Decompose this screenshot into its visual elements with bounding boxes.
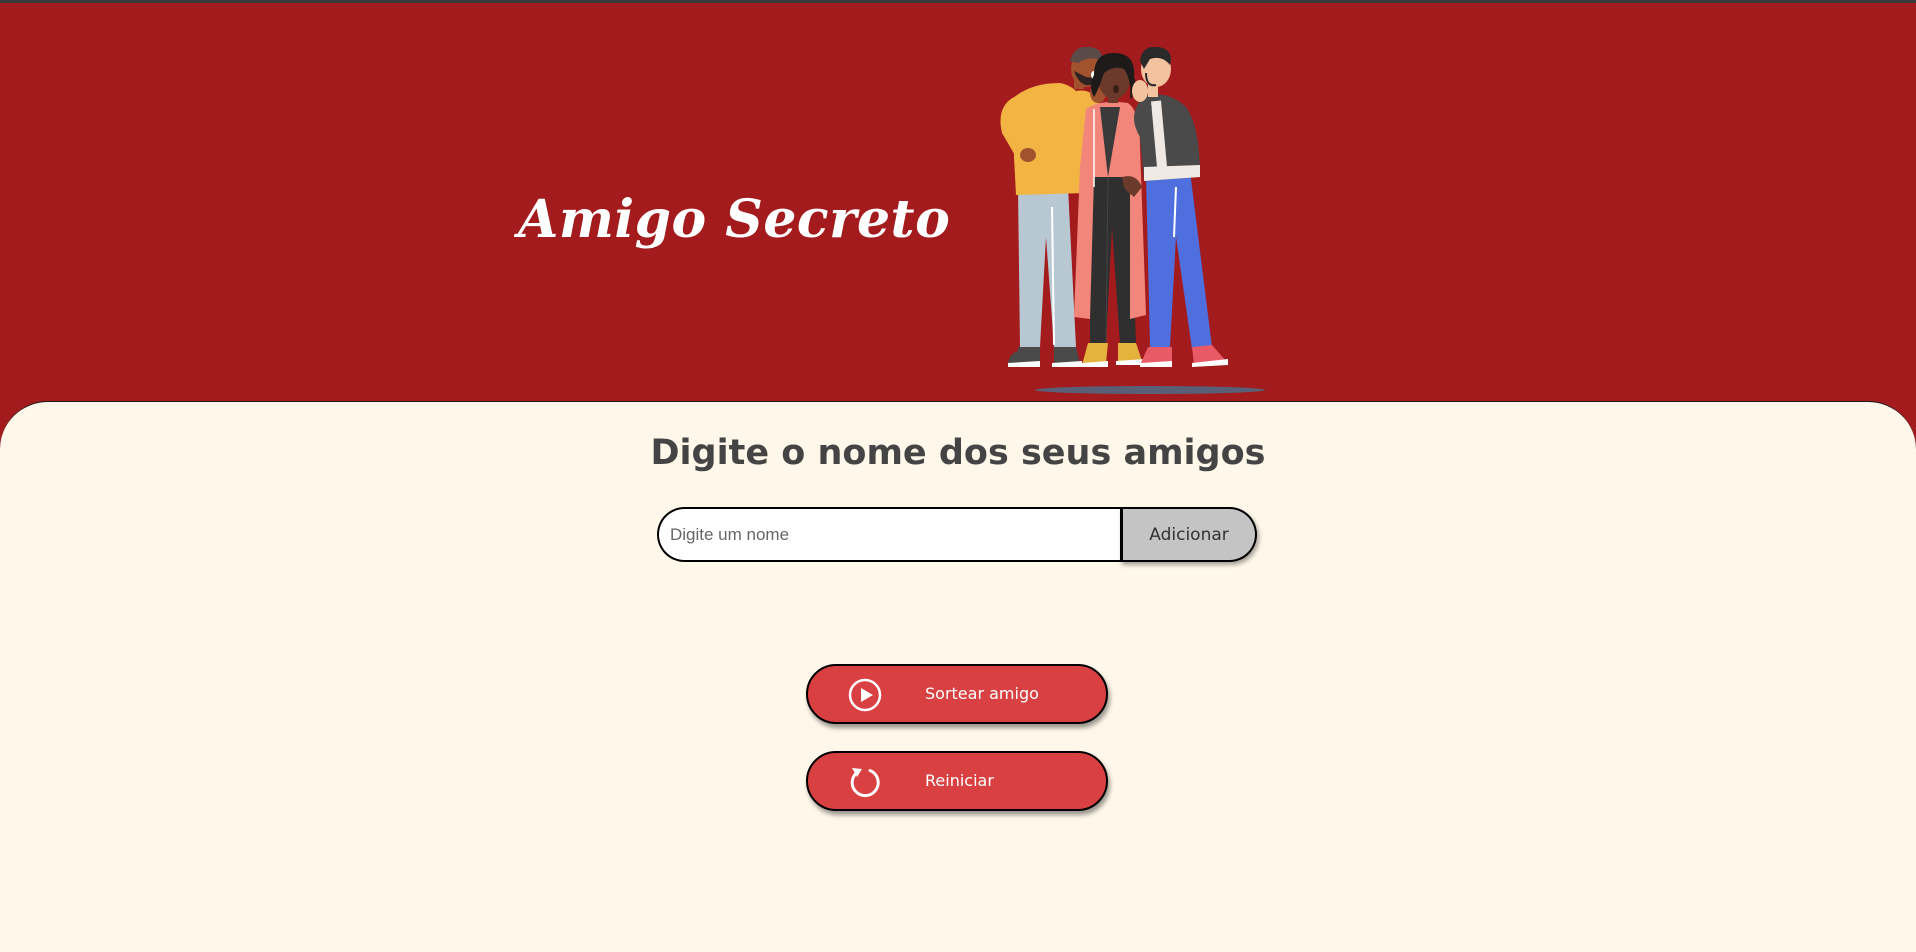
reset-button[interactable]: Reiniciar [806,751,1108,811]
add-friend-form: Adicionar [657,507,1257,562]
refresh-icon [850,768,880,798]
draw-friend-label: Sortear amigo [925,684,1039,703]
header-banner: Amigo Secreto [0,3,1916,401]
main-panel: Digite o nome dos seus amigos Adicionar … [0,401,1916,952]
name-input[interactable] [657,507,1122,562]
reset-label: Reiniciar [925,771,994,790]
draw-friend-button[interactable]: Sortear amigo [806,664,1108,724]
friends-whispering-illustration [1000,47,1265,394]
page-title: Amigo Secreto [518,189,951,250]
add-button[interactable]: Adicionar [1120,507,1257,562]
play-circle-icon [848,678,882,712]
section-heading: Digite o nome dos seus amigos [650,433,1266,473]
